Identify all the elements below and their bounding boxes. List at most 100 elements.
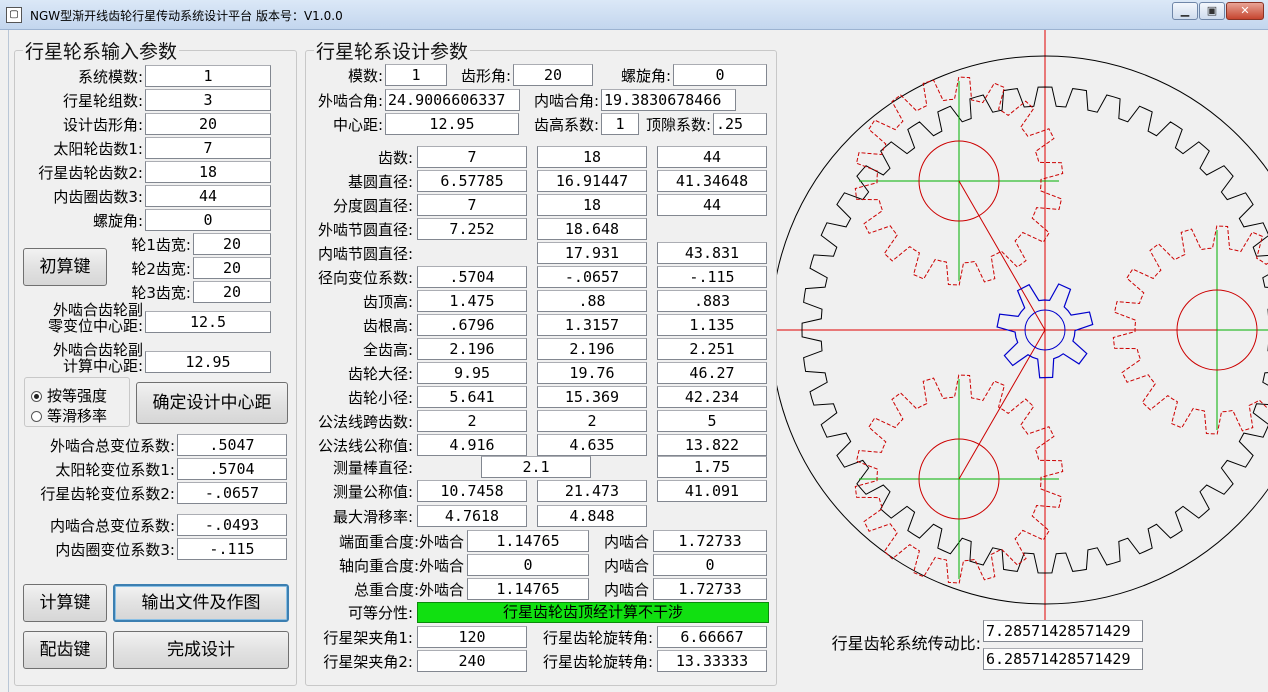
param-row-value-2[interactable]: -.0657 xyxy=(537,266,647,288)
finish-design-button[interactable]: 完成设计 xyxy=(113,631,289,669)
width3-field[interactable]: 20 xyxy=(193,281,271,303)
addendum-coef-field[interactable]: 1 xyxy=(601,113,639,135)
sun-shift-field[interactable]: .5704 xyxy=(177,458,287,480)
radio-equal-slip[interactable]: 等滑移率 xyxy=(31,405,107,426)
int-total-shift-field[interactable]: -.0493 xyxy=(177,514,287,536)
d-module-field[interactable]: 1 xyxy=(385,64,447,86)
param-row-value-3[interactable]: 44 xyxy=(657,146,767,168)
param-row-value-3[interactable]: 46.27 xyxy=(657,362,767,384)
ocr-ext-field[interactable]: 1.14765 xyxy=(467,578,589,600)
d-helix-field[interactable]: 0 xyxy=(673,64,767,86)
planet-teeth-field[interactable]: 18 xyxy=(145,161,271,183)
meas-2-field[interactable]: 21.473 xyxy=(537,480,647,502)
param-row-value-1[interactable]: 5.641 xyxy=(417,386,527,408)
width1-field[interactable]: 20 xyxy=(193,233,271,255)
ext-total-shift-field[interactable]: .5047 xyxy=(177,434,287,456)
match-teeth-button[interactable]: 配齿键 xyxy=(23,631,107,669)
planet-count-field[interactable]: 3 xyxy=(145,89,271,111)
param-row-value-3[interactable]: 43.831 xyxy=(657,242,767,264)
param-row-label: 分度圆直径: xyxy=(332,197,413,215)
ratio-field-1[interactable]: 7.28571428571429 xyxy=(983,620,1143,642)
planet-shift-label: 行星齿轮变位系数2: xyxy=(40,485,175,503)
carrier1-field[interactable]: 120 xyxy=(417,626,527,648)
maximize-icon[interactable]: ▣ xyxy=(1199,2,1225,20)
ext-angle-field[interactable]: 24.9006606337 xyxy=(385,89,520,111)
pressure-angle-field[interactable]: 20 xyxy=(145,113,271,135)
calc-cd-field[interactable]: 12.95 xyxy=(145,351,271,373)
param-row-value-1[interactable]: 7.252 xyxy=(417,218,527,240)
param-row-value-2[interactable]: 15.369 xyxy=(537,386,647,408)
param-row-value-1[interactable]: .5704 xyxy=(417,266,527,288)
param-row-value-1[interactable]: 7 xyxy=(417,194,527,216)
init-calc-button[interactable]: 初算键 xyxy=(23,248,107,286)
minimize-icon[interactable]: ▁ xyxy=(1172,2,1198,20)
clearance-field[interactable]: .25 xyxy=(713,113,767,135)
rot2-field[interactable]: 13.33333 xyxy=(657,650,767,672)
param-row-value-1[interactable]: .6796 xyxy=(417,314,527,336)
param-row-value-2[interactable]: 4.635 xyxy=(537,434,647,456)
close-icon[interactable]: ✕ xyxy=(1226,2,1264,20)
param-row-value-1[interactable]: 9.95 xyxy=(417,362,527,384)
d-profile-label: 齿形角: xyxy=(460,67,511,85)
helix-field[interactable]: 0 xyxy=(145,209,271,231)
param-row-value-3[interactable]: .883 xyxy=(657,290,767,312)
param-row-value-3[interactable]: 41.34648 xyxy=(657,170,767,192)
addendum-coef-label: 齿高系数: xyxy=(533,116,599,134)
ratio-field-2[interactable]: 6.28571428571429 xyxy=(983,648,1143,670)
param-row-value-3[interactable]: 44 xyxy=(657,194,767,216)
planet-shift-field[interactable]: -.0657 xyxy=(177,482,287,504)
int-angle-field[interactable]: 19.3830678466 xyxy=(601,89,736,111)
pressure-angle-label: 设计齿形角: xyxy=(62,116,143,134)
param-row-value-1[interactable]: 2.196 xyxy=(417,338,527,360)
param-row-value-1[interactable]: 6.57785 xyxy=(417,170,527,192)
param-row-value-3[interactable]: 2.251 xyxy=(657,338,767,360)
rot1-field[interactable]: 6.66667 xyxy=(657,626,767,648)
slip-1-field[interactable]: 4.7618 xyxy=(417,505,527,527)
param-row-value-3[interactable]: 1.135 xyxy=(657,314,767,336)
module-field[interactable]: 1 xyxy=(145,65,271,87)
tcr-int-field[interactable]: 1.72733 xyxy=(653,530,767,552)
param-row-value-3[interactable]: 5 xyxy=(657,410,767,432)
param-row-value-1[interactable]: 1.475 xyxy=(417,290,527,312)
param-row-value-2[interactable]: 1.3157 xyxy=(537,314,647,336)
ocr-int-field[interactable]: 1.72733 xyxy=(653,578,767,600)
sun-teeth-field[interactable]: 7 xyxy=(145,137,271,159)
app-icon[interactable]: ▢ xyxy=(6,7,22,23)
pin-int-field[interactable]: 1.75 xyxy=(657,456,767,478)
width2-field[interactable]: 20 xyxy=(193,257,271,279)
param-row-value-3[interactable]: 13.822 xyxy=(657,434,767,456)
d-profile-field[interactable]: 20 xyxy=(513,64,593,86)
param-row-value-1[interactable]: 4.916 xyxy=(417,434,527,456)
param-row-value-1[interactable]: 2 xyxy=(417,410,527,432)
param-row-value-2[interactable]: 18 xyxy=(537,194,647,216)
ring-shift-field[interactable]: -.115 xyxy=(177,538,287,560)
param-row-value-2[interactable]: 2.196 xyxy=(537,338,647,360)
calc-button[interactable]: 计算键 xyxy=(23,584,107,622)
cd-field[interactable]: 12.95 xyxy=(385,113,519,135)
output-file-button[interactable]: 输出文件及作图 xyxy=(113,584,289,622)
meas-1-field[interactable]: 10.7458 xyxy=(417,480,527,502)
param-row-value-1[interactable]: 7 xyxy=(417,146,527,168)
param-row-value-3[interactable]: -.115 xyxy=(657,266,767,288)
param-row-value-2[interactable]: 17.931 xyxy=(537,242,647,264)
param-row-value-2[interactable]: .88 xyxy=(537,290,647,312)
zero-cd-field[interactable]: 12.5 xyxy=(145,311,271,333)
planet-gear-top xyxy=(854,76,1064,331)
tcr-ext-field[interactable]: 1.14765 xyxy=(467,530,589,552)
meas-3-field[interactable]: 41.091 xyxy=(657,480,767,502)
acr-ext-field[interactable]: 0 xyxy=(467,554,589,576)
ring-teeth-field[interactable]: 44 xyxy=(145,185,271,207)
confirm-cd-button[interactable]: 确定设计中心距 xyxy=(136,382,288,424)
param-row-value-2[interactable]: 19.76 xyxy=(537,362,647,384)
radio-equal-strength[interactable]: 按等强度 xyxy=(31,385,107,406)
param-row-value-2[interactable]: 2 xyxy=(537,410,647,432)
carrier2-field[interactable]: 240 xyxy=(417,650,527,672)
param-row-value-2[interactable]: 16.91447 xyxy=(537,170,647,192)
zero-cd-label-1: 外啮合齿轮副 xyxy=(52,301,143,319)
param-row-value-2[interactable]: 18 xyxy=(537,146,647,168)
slip-2-field[interactable]: 4.848 xyxy=(537,505,647,527)
param-row-value-3[interactable]: 42.234 xyxy=(657,386,767,408)
pin-ext-field[interactable]: 2.1 xyxy=(481,456,591,478)
param-row-value-2[interactable]: 18.648 xyxy=(537,218,647,240)
acr-int-field[interactable]: 0 xyxy=(653,554,767,576)
